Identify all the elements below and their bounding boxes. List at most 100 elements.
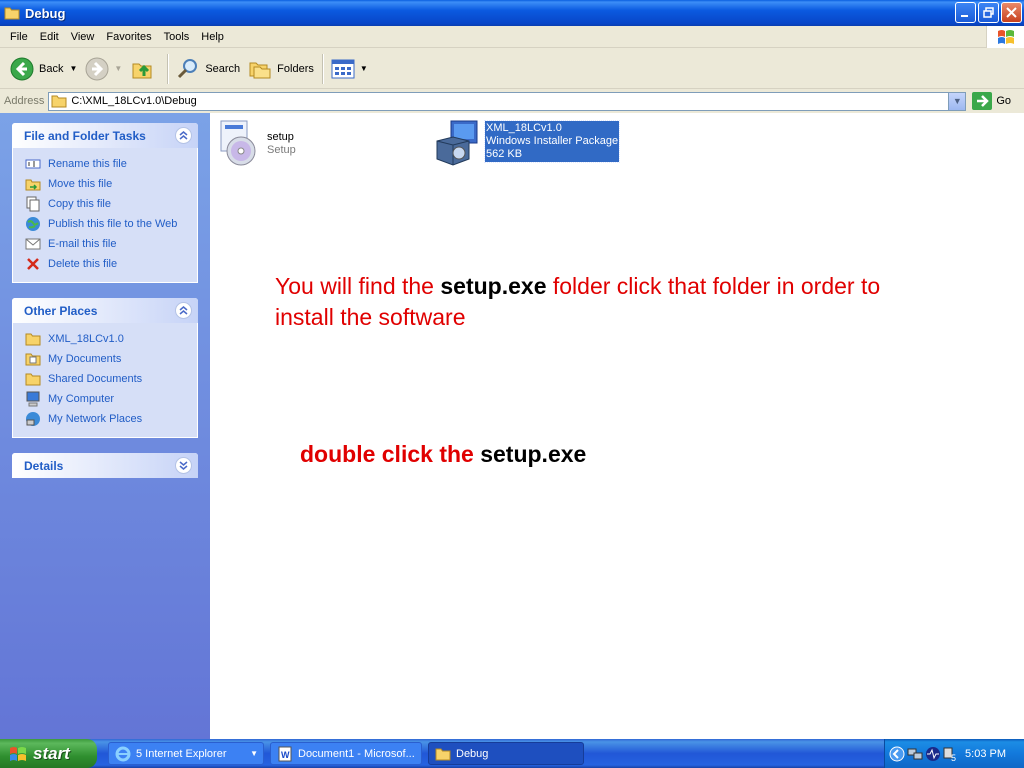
taskbar: start 5 Internet Explorer ▼ W Document1 …	[0, 739, 1024, 768]
email-icon	[25, 238, 41, 250]
collapse-chevron-icon[interactable]	[175, 302, 192, 319]
minimize-icon	[961, 15, 968, 17]
folder-icon	[51, 95, 67, 108]
globe-icon	[26, 217, 40, 231]
up-folder-button[interactable]	[126, 52, 163, 86]
move-icon	[25, 179, 41, 191]
publish-file-link[interactable]: Publish this file to the Web	[25, 214, 197, 234]
views-icon	[331, 59, 355, 78]
folders-button[interactable]: Folders	[244, 52, 318, 86]
views-button[interactable]: ▼	[327, 52, 372, 86]
setup-exe-highlight: setup.exe	[480, 441, 587, 467]
address-bar: Address C:\XML_18LCv1.0\Debug ▼ Go	[0, 90, 1024, 112]
audio-tray-icon[interactable]	[925, 746, 941, 762]
forward-button[interactable]: ▼	[81, 52, 126, 86]
minimize-button[interactable]	[955, 2, 976, 23]
expand-chevron-icon[interactable]	[175, 457, 192, 474]
search-button[interactable]: Search	[172, 52, 244, 86]
close-button[interactable]	[1001, 2, 1022, 23]
restore-icon	[983, 7, 994, 18]
file-size: 562 KB	[486, 148, 523, 160]
chevron-left-icon[interactable]	[889, 746, 905, 762]
place-shared-documents-link[interactable]: Shared Documents	[25, 369, 197, 389]
up-folder-icon	[132, 63, 152, 78]
system-tray: 5 5:03 PM	[884, 739, 1024, 768]
address-dropdown-button[interactable]: ▼	[948, 92, 966, 110]
file-name: XML_18LCv1.0	[486, 122, 562, 134]
network-tray-icon[interactable]	[907, 746, 923, 762]
copy-icon	[26, 196, 40, 212]
window-title: Debug	[25, 5, 66, 21]
menu-help[interactable]: Help	[195, 27, 230, 47]
shared-folder-icon	[25, 373, 41, 386]
folder-icon	[435, 748, 451, 760]
search-icon	[178, 58, 198, 78]
setup-cd-icon	[220, 120, 256, 166]
windows-logo-icon	[10, 746, 26, 761]
back-button[interactable]: Back ▼	[6, 52, 81, 86]
rename-icon	[25, 159, 41, 169]
menu-view[interactable]: View	[65, 27, 101, 47]
instruction-note: You will find the setup.exe folder click…	[275, 273, 881, 330]
setup-exe-highlight: setup.exe	[440, 273, 547, 299]
clock[interactable]: 5:03 PM	[965, 748, 1006, 760]
folder-icon	[25, 333, 41, 346]
panel-header[interactable]: Other Places	[12, 298, 198, 323]
details-panel: Details	[12, 453, 198, 478]
move-file-link[interactable]: Move this file	[25, 174, 197, 194]
email-file-link[interactable]: E-mail this file	[25, 234, 197, 254]
delete-x-icon	[27, 258, 39, 270]
svg-text:W: W	[281, 750, 290, 760]
menu-edit[interactable]: Edit	[34, 27, 65, 47]
address-input[interactable]: C:\XML_18LCv1.0\Debug ▼	[48, 91, 967, 111]
chevron-down-icon: ▼	[359, 64, 368, 73]
utility-tray-icon[interactable]: 5	[943, 746, 959, 762]
rename-file-link[interactable]: Rename this file	[25, 154, 197, 174]
panel-header[interactable]: File and Folder Tasks	[12, 123, 198, 148]
network-icon	[26, 412, 40, 426]
close-icon	[1006, 7, 1017, 18]
word-document-icon: W	[278, 746, 292, 761]
taskbar-item-internet-explorer[interactable]: 5 Internet Explorer ▼	[108, 742, 264, 765]
documents-folder-icon	[25, 353, 41, 366]
chevron-down-icon: ▼	[114, 64, 123, 73]
restore-button[interactable]	[978, 2, 999, 23]
collapse-chevron-icon[interactable]	[175, 127, 192, 144]
windows-logo-icon	[986, 26, 1024, 48]
file-type: Windows Installer Package	[486, 135, 619, 147]
installer-package-icon	[436, 120, 478, 166]
toolbar: Back ▼ ▼ Search Folders ▼	[0, 49, 1024, 89]
panel-header[interactable]: Details	[12, 453, 198, 478]
taskbar-item-word-document[interactable]: W Document1 - Microsof...	[270, 742, 422, 765]
double-click-note: double click the setup.exe	[300, 441, 587, 467]
address-path: C:\XML_18LCv1.0\Debug	[71, 95, 197, 107]
folders-icon	[249, 62, 271, 78]
file-item-setup[interactable]: setup Setup	[215, 117, 296, 167]
computer-icon	[26, 391, 40, 407]
title-bar: Debug	[0, 0, 1024, 26]
go-button[interactable]: Go	[972, 92, 1011, 110]
back-arrow-icon	[10, 57, 34, 80]
delete-file-link[interactable]: Delete this file	[25, 254, 197, 274]
chevron-down-icon: ▼	[250, 749, 258, 758]
start-button[interactable]: start	[0, 739, 97, 768]
taskbar-item-debug[interactable]: Debug	[428, 742, 584, 765]
place-my-network-link[interactable]: My Network Places	[25, 409, 197, 429]
place-my-computer-link[interactable]: My Computer	[25, 389, 197, 409]
place-my-documents-link[interactable]: My Documents	[25, 349, 197, 369]
chevron-down-icon: ▼	[69, 64, 78, 73]
other-places-panel: Other Places XML_18LCv1.0 My Documents S…	[12, 298, 198, 438]
place-xml-folder-link[interactable]: XML_18LCv1.0	[25, 329, 197, 349]
folder-icon	[4, 7, 20, 20]
svg-text:5: 5	[951, 753, 956, 762]
task-pane: File and Folder Tasks Rename this file M…	[0, 113, 210, 739]
internet-explorer-icon	[115, 746, 131, 761]
menu-favorites[interactable]: Favorites	[100, 27, 157, 47]
menu-file[interactable]: File	[4, 27, 34, 47]
file-list-area[interactable]: setup Setup XML_18LCv1.0 Windows Install…	[210, 113, 1024, 739]
file-item-installer[interactable]: XML_18LCv1.0 Windows Installer Package 5…	[433, 119, 621, 167]
menu-tools[interactable]: Tools	[158, 27, 196, 47]
file-folder-tasks-panel: File and Folder Tasks Rename this file M…	[12, 123, 198, 283]
forward-arrow-icon	[85, 57, 109, 80]
copy-file-link[interactable]: Copy this file	[25, 194, 197, 214]
